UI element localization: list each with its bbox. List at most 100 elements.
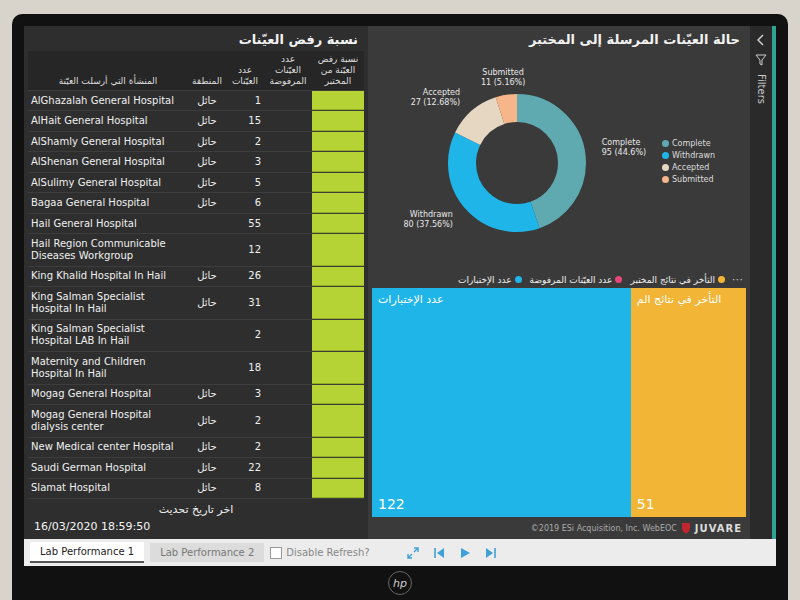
rejected-cell <box>264 438 312 457</box>
first-page-icon[interactable] <box>432 546 446 560</box>
legend-item[interactable]: Submitted <box>662 175 715 184</box>
rejected-cell <box>264 405 312 436</box>
legend-item[interactable]: عدد الإختبارات <box>458 275 522 285</box>
samples-cell: 22 <box>226 458 264 477</box>
table-row[interactable]: King Khalid Hospital In Hailحائل26 <box>28 267 364 287</box>
copyright: ©2019 ESi Acquisition, Inc. WebEOC <box>531 524 677 533</box>
samples-cell: 5 <box>226 173 264 192</box>
samples-cell: 18 <box>226 352 264 383</box>
legend-item[interactable]: عدد العيّنات المرفوضة <box>530 275 623 285</box>
ratio-cell <box>312 173 364 192</box>
legend-dot <box>615 276 622 283</box>
region-cell <box>188 352 226 383</box>
legend-item[interactable]: Accepted <box>662 163 715 172</box>
facility-cell: Maternity and Children Hospital In Hail <box>28 352 188 383</box>
ratio-cell <box>312 111 364 130</box>
region-cell: حائل <box>188 91 226 110</box>
legend-dot <box>662 152 669 159</box>
fit-to-screen-icon[interactable] <box>406 546 420 560</box>
ratio-cell <box>312 152 364 171</box>
last-update: اخر تاريخ تحديث16/03/2020 18:59:50 <box>28 499 364 539</box>
facility-cell: New Medical center Hospital <box>28 438 188 457</box>
legend-item[interactable]: Complete <box>662 139 715 148</box>
table-row[interactable]: AlHait General Hospitalحائل15 <box>28 111 364 131</box>
last-page-icon[interactable] <box>484 546 498 560</box>
legend-item[interactable]: التأخر في نتائج المختبر <box>630 275 725 285</box>
facility-cell: Mogag General Hospital <box>28 385 188 404</box>
region-cell: حائل <box>188 287 226 318</box>
last-update-value: 16/03/2020 18:59:50 <box>34 520 358 533</box>
page-navigation <box>406 546 498 560</box>
treemap-tile[interactable]: التأخر في نتائج الم51 <box>631 288 746 517</box>
table-row[interactable]: AlShenan General Hospitalحائل3 <box>28 152 364 172</box>
column-header[interactable]: نسبة رفض العيّنة من المختبر <box>312 51 364 90</box>
dashboard-screen: نسبة رفض العيّناتالمنشأة التي أرسلت العي… <box>24 26 776 566</box>
page-tab[interactable]: Lab Performance 2 <box>150 543 264 562</box>
facility-cell: King Khalid Hospital In Hail <box>28 267 188 286</box>
ratio-cell <box>312 287 364 318</box>
rejected-cell <box>264 287 312 318</box>
table-row[interactable]: King Salman Specialist Hospital In Hailح… <box>28 287 364 319</box>
rejected-cell <box>264 214 312 233</box>
disable-refresh-checkbox[interactable]: Disable Refresh? <box>270 547 369 559</box>
ratio-cell <box>312 91 364 110</box>
donut-segment[interactable] <box>462 108 572 218</box>
region-cell: حائل <box>188 173 226 192</box>
filters-pane[interactable]: Filters <box>750 26 776 539</box>
donut-segment[interactable] <box>462 108 572 218</box>
table-row[interactable]: AlGhazalah General Hospitalحائل1 <box>28 91 364 111</box>
column-header[interactable]: عدد العيّنات <box>226 51 264 90</box>
donut-segment[interactable] <box>462 108 572 218</box>
table-row[interactable]: AlSulimy General Hospitalحائل5 <box>28 173 364 193</box>
more-options-button[interactable]: ⋯ <box>729 273 746 286</box>
table-row[interactable]: AlShamly General Hospitalحائل2 <box>28 132 364 152</box>
table-row[interactable]: King Salman Specialist Hospital LAB In H… <box>28 320 364 352</box>
samples-cell: 6 <box>226 193 264 212</box>
samples-cell: 8 <box>226 479 264 498</box>
page-tab[interactable]: Lab Performance 1 <box>30 542 144 563</box>
facility-cell: Hail Region Communicable Diseases Workgr… <box>28 234 188 265</box>
segment-label: Withdrawn80 (37.56%) <box>403 210 452 229</box>
column-header[interactable]: عدد العيّنات المرفوضة <box>264 51 312 90</box>
column-header[interactable]: المنطقة <box>188 51 226 90</box>
chevron-left-icon[interactable] <box>756 34 766 46</box>
table-row[interactable]: Slamat Hospitalحائل8 <box>28 479 364 499</box>
treemap-tile[interactable]: عدد الإختبارات122 <box>372 288 631 517</box>
region-cell <box>188 234 226 265</box>
rejected-cell <box>264 320 312 351</box>
play-icon[interactable] <box>458 546 472 560</box>
legend-item[interactable]: Withdrawn <box>662 151 715 160</box>
region-cell: حائل <box>188 479 226 498</box>
rejected-cell <box>264 132 312 151</box>
region-cell: حائل <box>188 132 226 151</box>
region-cell: حائل <box>188 438 226 457</box>
ratio-cell <box>312 193 364 212</box>
facility-cell: AlShenan General Hospital <box>28 152 188 171</box>
table-row[interactable]: Hail Region Communicable Diseases Workgr… <box>28 234 364 266</box>
table-row[interactable]: Mogag General Hospital dialysis centerحا… <box>28 405 364 437</box>
donut-chart: Complete95 (44.6%)Withdrawn80 (37.56%)Ac… <box>372 51 662 271</box>
checkbox-box[interactable] <box>270 547 282 559</box>
table-row[interactable]: Saudi German Hospitalحائل22 <box>28 458 364 478</box>
table-row[interactable]: New Medical center Hospitalحائل2 <box>28 438 364 458</box>
donut-segment[interactable] <box>462 108 572 218</box>
samples-cell: 3 <box>226 385 264 404</box>
legend-dot <box>662 140 669 147</box>
facility-cell: Hail General Hospital <box>28 214 188 233</box>
facility-cell: King Salman Specialist Hospital In Hail <box>28 287 188 318</box>
table-row[interactable]: Maternity and Children Hospital In Hail 1… <box>28 352 364 384</box>
region-cell: حائل <box>188 152 226 171</box>
samples-cell: 3 <box>226 152 264 171</box>
chart-title: حالة العيّنات المرسلة إلى المختبر <box>372 26 746 51</box>
column-header[interactable]: المنشأة التي أرسلت العيّنة <box>28 51 188 90</box>
table-row[interactable]: Mogag General Hospitalحائل3 <box>28 385 364 405</box>
footer: ©2019 ESi Acquisition, Inc. WebEOCJUVARE <box>372 517 746 539</box>
region-cell: حائل <box>188 193 226 212</box>
rejected-cell <box>264 267 312 286</box>
filters-label: Filters <box>756 74 767 104</box>
table-row[interactable]: Bagaa General Hospitalحائل6 <box>28 193 364 213</box>
chart-legend: Complete Withdrawn Accepted Submitted <box>662 139 715 184</box>
table-row[interactable]: Hail General Hospital55 <box>28 214 364 234</box>
region-cell <box>188 214 226 233</box>
samples-cell: 26 <box>226 267 264 286</box>
